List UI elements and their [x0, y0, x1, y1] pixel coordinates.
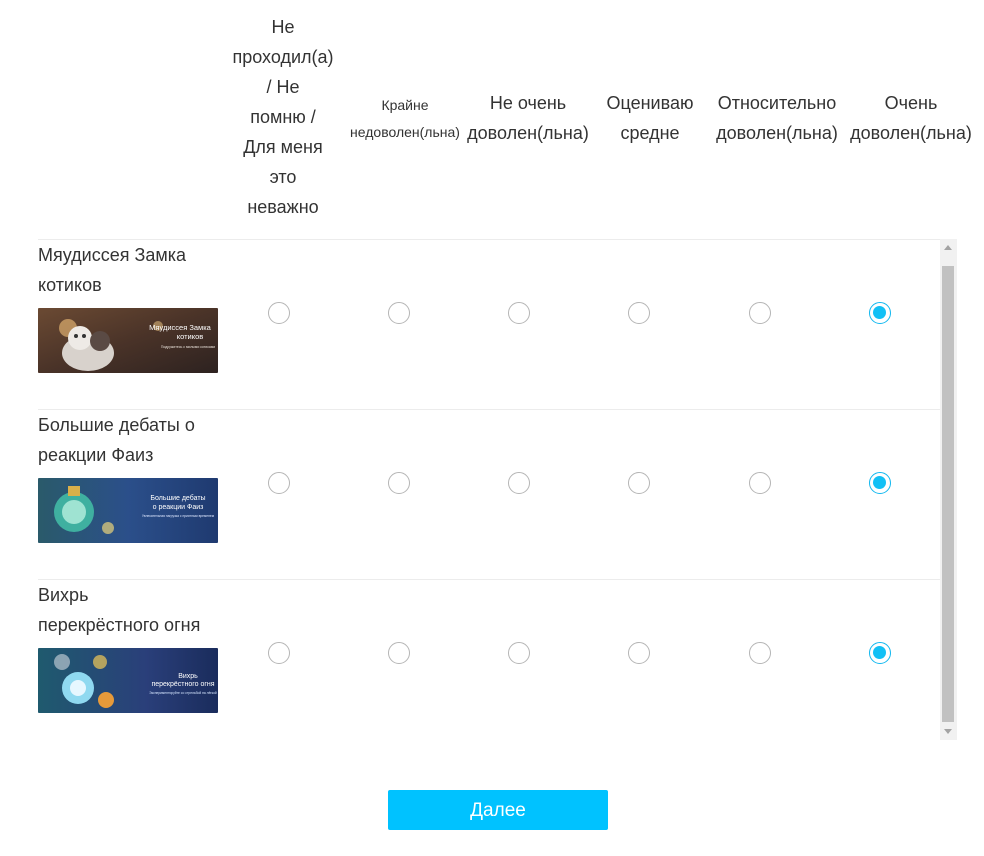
column-header-very-dissatisfied: Крайне недоволен(льна)	[350, 97, 460, 140]
banner-text: Мяудиссея Замка	[149, 323, 211, 332]
rating-radio[interactable]	[628, 472, 650, 494]
banner-caption: Увлекательная нагрузка с приятным времен…	[142, 514, 215, 518]
next-button[interactable]: Далее	[388, 790, 608, 830]
radio-selected-dot	[873, 646, 886, 659]
event-banner-image: Вихрь перекрёстного огня Экспериментируй…	[38, 648, 218, 713]
banner-text: Большие дебаты	[150, 494, 205, 502]
rating-radio[interactable]	[508, 472, 530, 494]
rating-radio[interactable]	[388, 472, 410, 494]
rating-radio[interactable]	[628, 642, 650, 664]
event-banner-image: Большие дебаты о реакции Фаиз Увлекатель…	[38, 478, 218, 543]
banner-text: о реакции Фаиз	[153, 504, 204, 511]
banner-caption: Экспериментируйте со стрельбой на лёгкой	[149, 691, 217, 695]
rating-radio[interactable]	[268, 472, 290, 494]
column-header-average: Оцениваю средне	[606, 93, 694, 143]
rating-radio[interactable]	[388, 302, 410, 324]
scroll-up-arrow-icon[interactable]	[944, 245, 952, 250]
event-banner-image: Мяудиссея Замка котиков Подружитесь с ми…	[38, 308, 218, 373]
event-row: Вихрь перекрёстного огня Вихрь перекрёст…	[38, 580, 940, 741]
rating-radio[interactable]	[388, 642, 410, 664]
event-row: Мяудиссея Замка котиков Мяудиссея Замка …	[38, 240, 940, 410]
rating-radio[interactable]	[749, 472, 771, 494]
column-header-very-satisfied: Очень доволен(льна)	[850, 93, 972, 143]
banner-text: Вихрь	[178, 673, 198, 680]
event-row: Большие дебаты о реакции Фаиз Большие де…	[38, 410, 940, 580]
rating-grid: Мяудиссея Замка котиков Мяудиссея Замка …	[38, 239, 940, 741]
banner-text: котиков	[177, 332, 204, 341]
banner-text: перекрёстного огня	[151, 681, 214, 688]
event-title: Большие дебаты о реакции Фаиз	[38, 415, 195, 465]
scroll-down-arrow-icon[interactable]	[944, 729, 952, 734]
rating-radio[interactable]	[869, 472, 891, 494]
rating-radio[interactable]	[749, 302, 771, 324]
column-header-not-very-satisfied: Не очень доволен(льна)	[467, 93, 589, 143]
radio-selected-dot	[873, 476, 886, 489]
column-header-relatively-satisfied: Относительно доволен(льна)	[716, 93, 838, 143]
radio-selected-dot	[873, 306, 886, 319]
rating-radio[interactable]	[268, 302, 290, 324]
event-title: Вихрь перекрёстного огня	[38, 585, 201, 635]
column-header-not-played: Не проходил(а) / Не помню / Для меня это…	[232, 17, 334, 217]
rating-radio[interactable]	[869, 642, 891, 664]
event-title: Мяудиссея Замка котиков	[38, 245, 186, 295]
scrollbar-thumb[interactable]	[942, 266, 954, 722]
vertical-scrollbar[interactable]	[940, 239, 957, 740]
rating-radio[interactable]	[869, 302, 891, 324]
rating-radio[interactable]	[508, 642, 530, 664]
rating-radio[interactable]	[749, 642, 771, 664]
banner-caption: Подружитесь с милыми котиками	[161, 345, 215, 349]
rating-radio[interactable]	[268, 642, 290, 664]
rating-radio[interactable]	[508, 302, 530, 324]
rating-radio[interactable]	[628, 302, 650, 324]
